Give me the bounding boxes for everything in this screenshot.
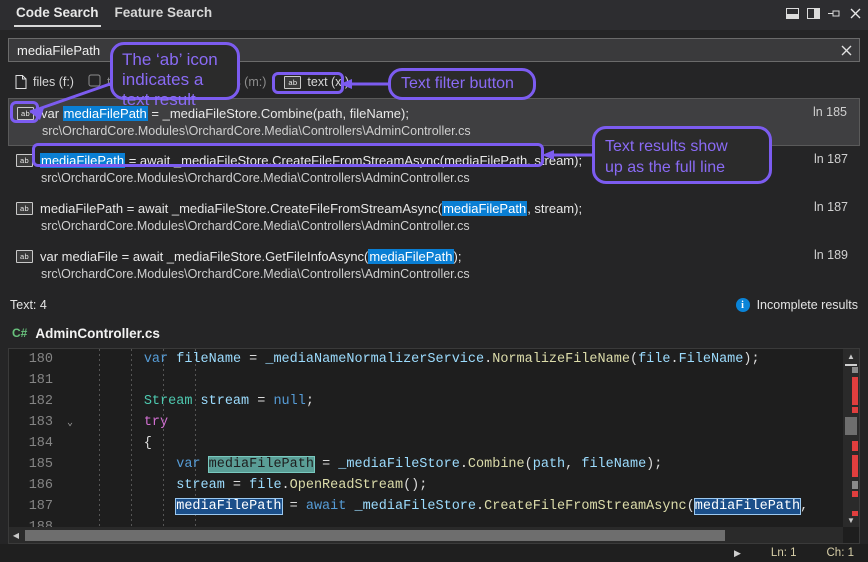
- result-line-number: ln 187: [814, 152, 848, 166]
- preview-file-header: C# AdminController.cs: [0, 320, 868, 346]
- scroll-down-icon[interactable]: ▼: [843, 513, 859, 527]
- table-row[interactable]: ab mediaFilePath = await _mediaFileStore…: [8, 194, 860, 242]
- line-number: 188: [9, 520, 61, 527]
- ab-icon: ab: [16, 154, 33, 167]
- line-number: 182: [9, 394, 61, 409]
- code-viewport: 180 var fileName = _mediaNameNormalizerS…: [9, 349, 843, 527]
- result-path: src\OrchardCore.Modules\OrchardCore.Medi…: [16, 219, 850, 239]
- tab-code-search-label: Code Search: [16, 5, 99, 20]
- play-icon[interactable]: ▶: [734, 548, 741, 559]
- tab-feature-search[interactable]: Feature Search: [107, 0, 221, 30]
- code-text: var mediaFilePath = _mediaFileStore.Comb…: [79, 457, 843, 472]
- code-text: try: [79, 415, 843, 430]
- ab-icon: ab: [284, 76, 301, 89]
- symbol-highlight: mediaFilePath: [209, 457, 314, 472]
- code-line[interactable]: 181: [9, 370, 843, 391]
- filter-files[interactable]: files (f:): [8, 71, 81, 93]
- line-number: 185: [9, 457, 61, 472]
- table-row[interactable]: ab var mediaFile = await _mediaFileStore…: [8, 242, 860, 290]
- tab-code-search[interactable]: Code Search: [8, 0, 107, 30]
- result-text-1: mediaFilePath = await _mediaFileStore.Cr…: [40, 153, 582, 168]
- document-icon: [15, 75, 27, 89]
- incomplete-results-status: i Incomplete results: [736, 298, 858, 312]
- code-line[interactable]: 186 stream = file.OpenReadStream();: [9, 475, 843, 496]
- result-count: Text: 4: [10, 298, 47, 312]
- scroll-up-icon[interactable]: ▲: [843, 349, 859, 363]
- line-number: 183: [9, 415, 61, 430]
- code-lines: 180 var fileName = _mediaNameNormalizerS…: [9, 349, 843, 527]
- code-text: var fileName = _mediaNameNormalizerServi…: [79, 352, 843, 367]
- code-preview-editor[interactable]: 180 var fileName = _mediaNameNormalizerS…: [8, 348, 860, 544]
- code-line[interactable]: 185 var mediaFilePath = _mediaFileStore.…: [9, 454, 843, 475]
- filter-text-label: text (x:): [307, 75, 349, 89]
- line-number: 187: [9, 499, 61, 514]
- code-line[interactable]: 184 {: [9, 433, 843, 454]
- code-line[interactable]: 182 Stream stream = null;: [9, 391, 843, 412]
- code-line[interactable]: 188: [9, 517, 843, 527]
- pin-icon[interactable]: [827, 6, 841, 20]
- annotation-ab-icon: The ‘ab’ icon indicates a text result: [110, 42, 240, 100]
- annotation-text-filter-text: Text filter button: [401, 73, 514, 95]
- dock-bottom-icon[interactable]: [785, 6, 799, 20]
- vertical-scroll-thumb[interactable]: [845, 417, 857, 435]
- horizontal-scroll-thumb[interactable]: [25, 530, 725, 541]
- incomplete-results-label: Incomplete results: [757, 298, 858, 312]
- tab-strip: Code Search Feature Search: [0, 0, 220, 30]
- match-highlight: mediaFilePath: [40, 153, 125, 168]
- line-indicator: Ln: 1: [771, 547, 797, 559]
- result-line-number: ln 187: [814, 200, 848, 214]
- editor-status-bar: ▶ Ln: 1 Ch: 1: [0, 544, 868, 562]
- symbol-highlight: mediaFilePath: [695, 499, 800, 514]
- line-number: 180: [9, 352, 61, 367]
- editor-vertical-scrollbar[interactable]: ▲ ▼: [843, 349, 859, 527]
- tool-window-titlebar: Code Search Feature Search: [0, 0, 868, 30]
- editor-horizontal-scrollbar[interactable]: ◀: [9, 527, 843, 543]
- code-text: mediaFilePath = await _mediaFileStore.Cr…: [79, 499, 843, 514]
- result-text-2: mediaFilePath = await _mediaFileStore.Cr…: [40, 201, 582, 216]
- fold-toggle-icon[interactable]: ⌄: [61, 417, 79, 429]
- result-line-number: ln 189: [814, 248, 848, 262]
- preview-file-name: AdminController.cs: [35, 326, 160, 341]
- result-text-0: var mediaFilePath = _mediaFileStore.Comb…: [41, 106, 409, 121]
- code-text: {: [79, 436, 843, 451]
- line-number: 181: [9, 373, 61, 388]
- annotation-full-line: Text results show up as the full line: [592, 126, 772, 184]
- scroll-left-icon[interactable]: ◀: [9, 531, 23, 540]
- filter-text[interactable]: ab text (x:): [277, 71, 356, 93]
- tab-feature-search-label: Feature Search: [115, 5, 213, 20]
- column-indicator: Ch: 1: [827, 547, 855, 559]
- result-path: src\OrchardCore.Modules\OrchardCore.Medi…: [16, 267, 850, 287]
- code-line[interactable]: 180 var fileName = _mediaNameNormalizerS…: [9, 349, 843, 370]
- info-icon: i: [736, 298, 750, 312]
- code-line[interactable]: 187 mediaFilePath = await _mediaFileStor…: [9, 496, 843, 517]
- line-number: 186: [9, 478, 61, 493]
- csharp-icon: C#: [12, 326, 27, 340]
- ab-icon: ab: [16, 202, 33, 215]
- vertical-scroll-track[interactable]: [843, 363, 859, 513]
- type-icon: [88, 74, 101, 90]
- dock-split-icon[interactable]: [806, 6, 820, 20]
- match-highlight: mediaFilePath: [368, 249, 453, 264]
- result-line: ab var mediaFile = await _mediaFileStore…: [16, 245, 850, 267]
- code-search-tool-window: Code Search Feature Search: [0, 0, 868, 562]
- result-line: ab mediaFilePath = await _mediaFileStore…: [16, 197, 850, 219]
- code-text: Stream stream = null;: [79, 394, 843, 409]
- filter-files-label: files (f:): [33, 75, 74, 89]
- annotation-full-line-text: Text results show up as the full line: [605, 138, 728, 176]
- ab-icon: ab: [17, 107, 34, 120]
- clear-search-icon[interactable]: [833, 39, 859, 61]
- match-highlight: mediaFilePath: [442, 201, 527, 216]
- symbol-highlight: mediaFilePath: [176, 499, 281, 514]
- close-icon[interactable]: [848, 6, 862, 20]
- annotation-text-filter: Text filter button: [388, 68, 536, 100]
- ab-icon: ab: [16, 250, 33, 263]
- code-text: stream = file.OpenReadStream();: [79, 478, 843, 493]
- line-number: 184: [9, 436, 61, 451]
- code-line[interactable]: 183⌄ try: [9, 412, 843, 433]
- result-text-3: var mediaFile = await _mediaFileStore.Ge…: [40, 249, 461, 264]
- window-controls: [785, 6, 862, 20]
- result-line-number: ln 185: [813, 105, 847, 119]
- results-status-bar: Text: 4 i Incomplete results: [0, 292, 868, 318]
